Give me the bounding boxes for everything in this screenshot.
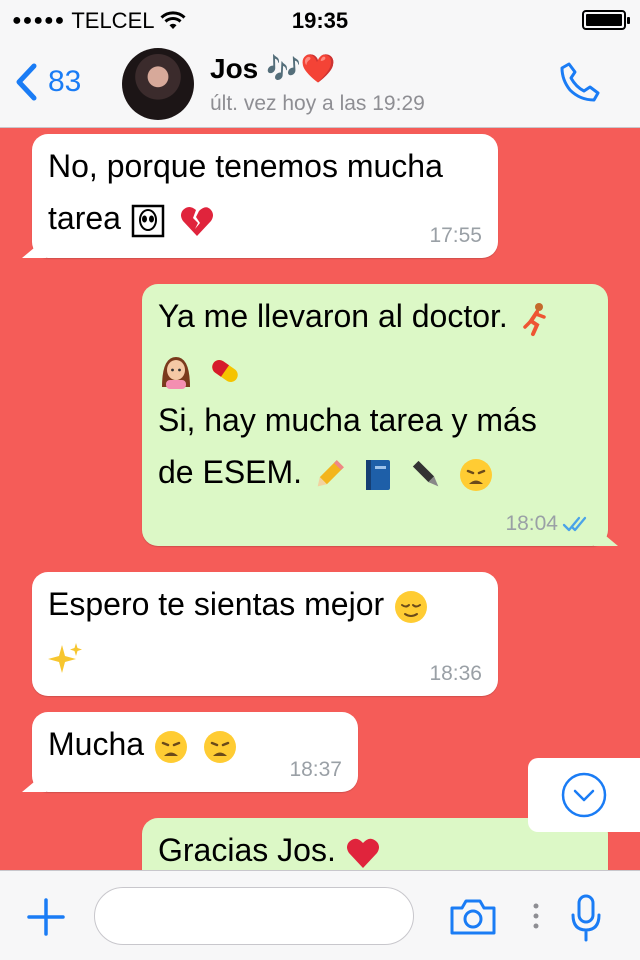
camera-icon[interactable] — [448, 897, 498, 937]
message-line: Gracias Jos. — [158, 824, 588, 870]
chevron-left-icon — [16, 63, 37, 101]
microphone-icon[interactable] — [568, 893, 604, 943]
status-time: 19:35 — [291, 8, 349, 33]
message-input[interactable] — [94, 887, 414, 945]
more-options-icon[interactable] — [532, 903, 540, 929]
contact-avatar[interactable] — [122, 48, 194, 120]
message-text: tarea — [48, 200, 121, 236]
weary-face-icon — [203, 730, 236, 763]
message-bubble-incoming[interactable]: No, porque tenemos mucha tarea 17:55 — [22, 134, 498, 258]
last-seen: últ. vez hoy a las 19:29 — [210, 92, 425, 115]
weary-face-icon — [154, 730, 187, 763]
message-bubble-incoming[interactable]: Mucha 18:37 — [22, 712, 358, 792]
unread-count: 83 — [48, 65, 82, 98]
alien-square-icon — [131, 204, 165, 237]
runner-icon — [522, 302, 546, 336]
message-text: No, porque tenemos mucha — [48, 148, 443, 184]
heart-icon — [346, 838, 379, 868]
phone-call-icon[interactable] — [556, 58, 604, 106]
message-text: Gracias Jos. — [158, 832, 336, 868]
back-button[interactable]: 83 — [14, 62, 81, 102]
pill-icon — [212, 359, 238, 382]
double-check-icon — [562, 516, 587, 532]
battery-icon — [582, 10, 630, 30]
message-line — [158, 342, 588, 394]
status-bar: ●●●●● TELCEL 19:35 — [0, 0, 640, 40]
message-line: de ESEM. — [158, 446, 588, 498]
pencil-icon — [317, 459, 344, 486]
contact-name[interactable]: Jos 🎶❤️ — [210, 52, 336, 85]
message-time: 17:55 — [429, 224, 482, 247]
weary-face-icon — [459, 458, 492, 491]
message-text: Si, hay mucha tarea y más — [158, 402, 537, 438]
chevron-down-circle-icon — [561, 772, 607, 818]
book-icon — [365, 459, 390, 490]
message-time: 18:36 — [429, 662, 482, 685]
message-text: Mucha — [48, 726, 145, 762]
message-text: de ESEM. — [158, 454, 303, 490]
message-text: Ya me llevaron al doctor. — [158, 298, 508, 334]
pen-icon — [412, 460, 439, 486]
relieved-face-icon — [395, 590, 428, 623]
woman-icon — [162, 356, 190, 389]
message-line: Espero te sientas mejor — [48, 578, 478, 630]
message-composer — [0, 870, 640, 960]
message-line: Ya me llevaron al doctor. — [158, 290, 588, 342]
add-attachment-icon[interactable] — [26, 897, 66, 937]
sparkles-icon — [48, 642, 82, 673]
message-line: tarea — [48, 192, 478, 244]
message-bubble-incoming[interactable]: Espero te sientas mejor 18:36 — [32, 572, 498, 696]
chat-header: 83 Jos 🎶❤️ últ. vez hoy a las 19:29 — [0, 40, 640, 128]
message-time: 18:04 — [505, 512, 592, 536]
message-line — [48, 630, 478, 682]
message-time: 18:37 — [289, 758, 342, 781]
message-bubble-outgoing[interactable]: Ya me llevaron al doctor. Si, hay mucha … — [142, 284, 618, 546]
scroll-to-bottom-button[interactable] — [528, 758, 640, 832]
chat-area: No, porque tenemos mucha tarea 17:55 Ya … — [0, 128, 640, 870]
broken-heart-icon — [180, 206, 213, 236]
message-text: Espero te sientas mejor — [48, 586, 385, 622]
